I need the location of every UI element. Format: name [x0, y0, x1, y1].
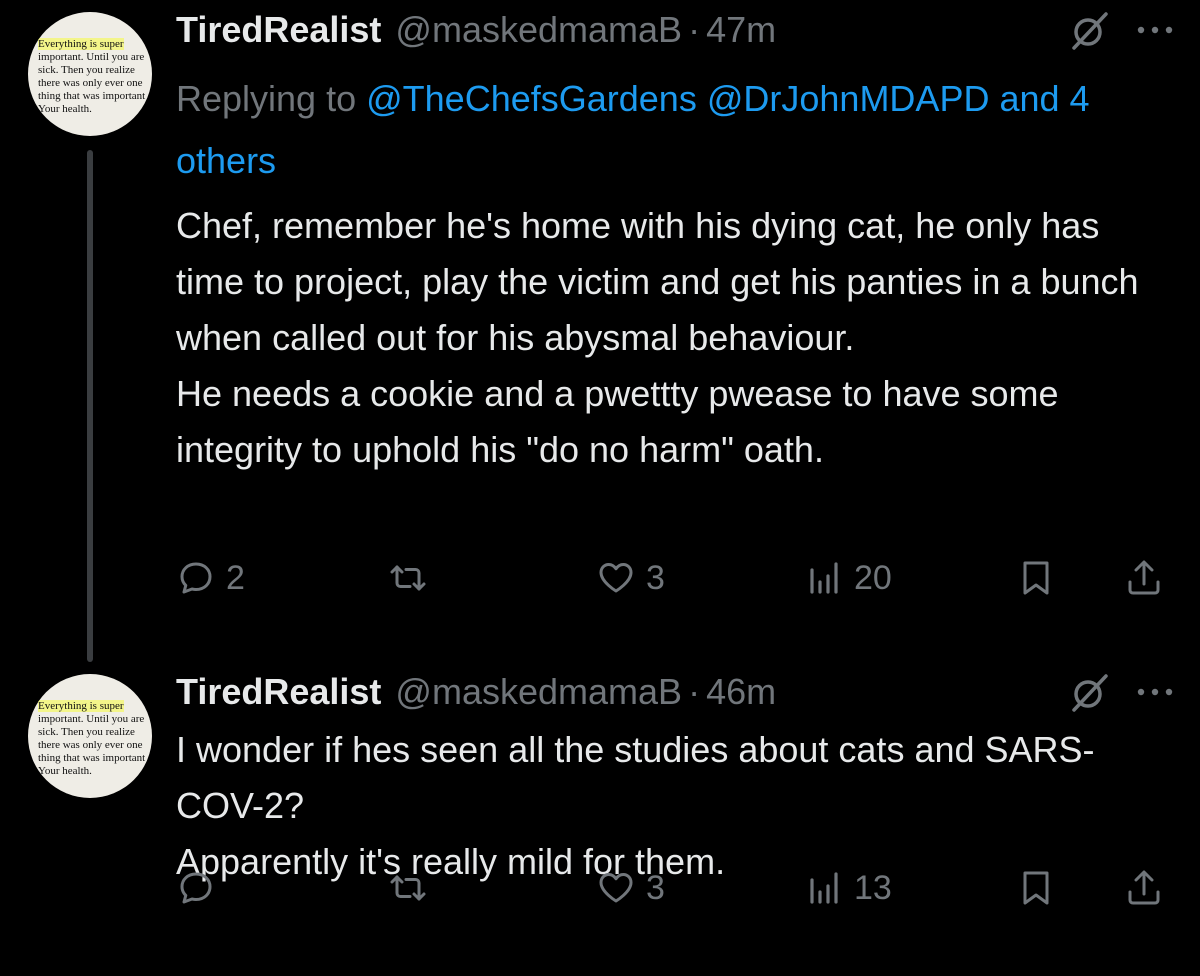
grok-icon[interactable] [1068, 670, 1112, 714]
repost-icon [390, 565, 426, 591]
share-button[interactable] [1124, 858, 1164, 918]
avatar[interactable]: Everything is super important. Until you… [28, 12, 152, 136]
avatar-text-line: thing that was important [38, 90, 146, 102]
reply-icon [180, 872, 212, 904]
bookmark-button[interactable] [1016, 548, 1056, 608]
action-bar: 3 13 [0, 858, 1200, 918]
like-count: 3 [646, 868, 665, 907]
replying-to: Replying to @TheChefsGardens @DrJohnMDAP… [176, 68, 1166, 192]
like-button[interactable]: 3 [596, 858, 665, 918]
handle[interactable]: @maskedmamaB [395, 671, 682, 713]
replying-to-label: Replying to [176, 78, 357, 119]
avatar-text-line: Your health. [38, 103, 92, 115]
tweet-2[interactable]: Everything is super important. Until you… [0, 650, 1200, 976]
tweet-paragraph: He needs a cookie and a pwettty pwease t… [176, 373, 1059, 470]
heart-icon [599, 873, 633, 903]
avatar-text-line: thing that was important [38, 752, 146, 764]
avatar-text-line: important. Until you are [38, 51, 145, 63]
avatar[interactable]: Everything is super important. Until you… [28, 674, 152, 798]
timestamp[interactable]: 46m [706, 671, 776, 713]
repost-button[interactable] [388, 548, 438, 608]
separator: · [688, 671, 701, 712]
display-name[interactable]: TiredRealist [176, 9, 381, 51]
share-icon [1128, 870, 1160, 905]
timestamp[interactable]: 47m [706, 9, 776, 51]
views-icon [810, 562, 838, 594]
reply-count: 2 [226, 558, 245, 597]
tweet-text: Chef, remember he's home with his dying … [176, 198, 1176, 478]
repost-button[interactable] [388, 858, 438, 918]
avatar-text-line: important. Until you are [38, 713, 145, 725]
heart-icon [599, 563, 633, 593]
avatar-text-line: there was only ever one [38, 739, 143, 751]
avatar-text-line: sick. Then you realize [38, 726, 135, 738]
tweet-paragraph: Chef, remember he's home with his dying … [176, 205, 1139, 358]
views-button[interactable]: 13 [804, 858, 892, 918]
separator: · [688, 9, 701, 50]
views-icon [810, 872, 838, 904]
views-button[interactable]: 20 [804, 548, 892, 608]
avatar-text-line: Everything is super [38, 38, 124, 50]
action-bar: 2 3 20 [0, 548, 1200, 608]
share-button[interactable] [1124, 548, 1164, 608]
share-icon [1128, 560, 1160, 595]
bookmark-icon [1023, 871, 1049, 905]
views-count: 13 [854, 868, 892, 907]
like-count: 3 [646, 558, 665, 597]
views-count: 20 [854, 558, 892, 597]
handle[interactable]: @maskedmamaB [395, 9, 682, 51]
more-icon[interactable] [1135, 686, 1175, 698]
like-button[interactable]: 3 [596, 548, 665, 608]
tweet-paragraph: I wonder if hes seen all the studies abo… [176, 729, 1095, 826]
avatar-text-line: sick. Then you realize [38, 64, 135, 76]
tweet-1[interactable]: Everything is super important. Until you… [0, 0, 1200, 662]
avatar-text-line: Everything is super [38, 700, 124, 712]
mention-link[interactable]: @DrJohnMDAPD [707, 78, 990, 119]
repost-icon [390, 875, 426, 901]
reply-button[interactable] [176, 858, 226, 918]
reply-icon [180, 562, 212, 594]
avatar-text-line: Your health. [38, 765, 92, 777]
grok-icon[interactable] [1068, 8, 1112, 52]
tweet-header: TiredRealist @maskedmamaB · 46m [176, 668, 1200, 716]
avatar-text-line: there was only ever one [38, 77, 143, 89]
display-name[interactable]: TiredRealist [176, 671, 381, 713]
tweet-header: TiredRealist @maskedmamaB · 47m [176, 6, 1200, 54]
reply-button[interactable]: 2 [176, 548, 245, 608]
bookmark-button[interactable] [1016, 858, 1056, 918]
bookmark-icon [1023, 561, 1049, 595]
mention-link[interactable]: @TheChefsGardens [366, 78, 697, 119]
more-icon[interactable] [1135, 24, 1175, 36]
